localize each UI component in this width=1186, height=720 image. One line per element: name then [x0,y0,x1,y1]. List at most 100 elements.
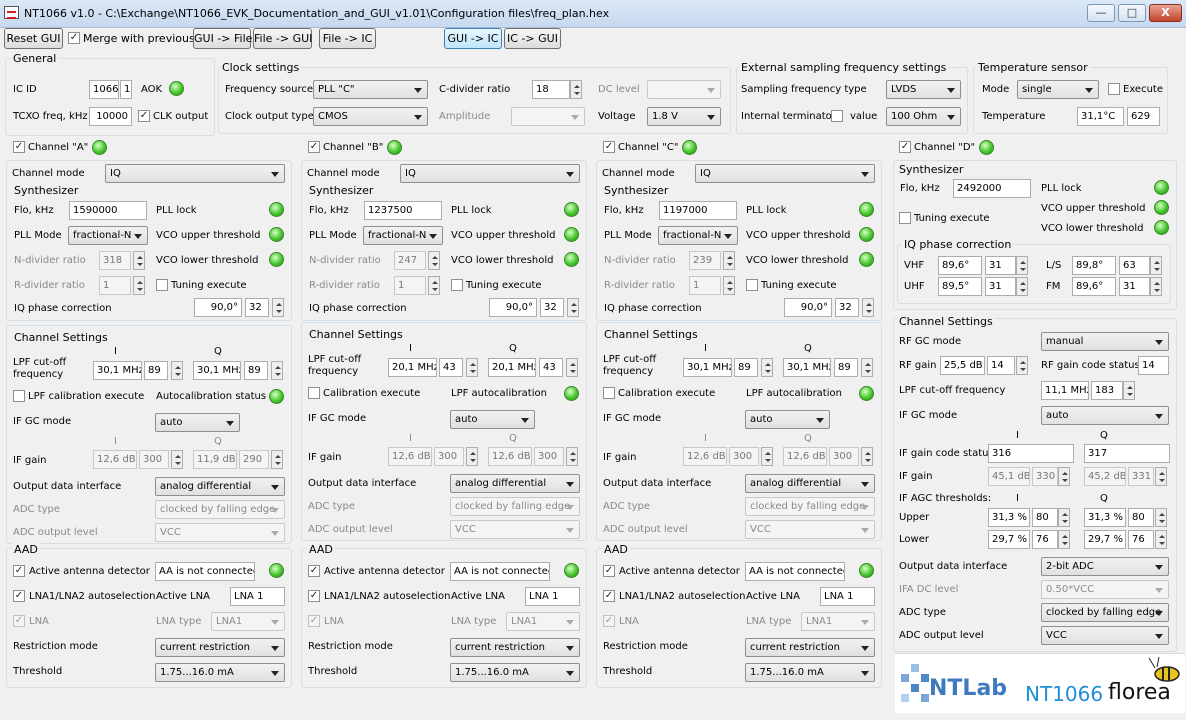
chc-tuning-checkbox[interactable] [746,279,758,291]
cha-ifg-i-spinner[interactable] [171,450,183,469]
chd-ifa-select[interactable]: 0.50*VCC [1041,580,1169,599]
file-to-gui-button[interactable]: File -> GUI [253,28,312,49]
sampling-type-select[interactable]: LVDS [886,80,961,99]
chd-ifg-q-code[interactable]: 331 [1128,467,1154,486]
chc-lna-auto-checkbox[interactable]: ✓ [603,590,615,602]
chd-rfgc-select[interactable]: manual [1041,332,1169,351]
cha-tuning-checkbox[interactable] [156,279,168,291]
chb-tuning-checkbox[interactable] [451,279,463,291]
dc-level-select[interactable] [647,80,721,99]
chc-flo-field[interactable]: 1197000 [659,201,737,220]
cha-ndiv-spinner[interactable] [133,251,145,270]
chb-odi-select[interactable]: analog differential [450,474,580,493]
chc-thr-select[interactable]: 1.75...16.0 mA [745,663,875,682]
tcxo-field[interactable]: 10000 [89,107,132,126]
cha-rdiv-field[interactable]: 1 [99,276,131,295]
chd-rfgain-code[interactable]: 14 [987,356,1015,375]
chb-ifg-i-spinner[interactable] [466,447,478,466]
chc-lpf-q-spinner[interactable] [861,358,873,377]
chc-ifgc-select[interactable]: auto [745,410,830,429]
chb-flo-field[interactable]: 1237500 [364,201,442,220]
gui-to-file-button[interactable]: GUI -> File [193,28,252,49]
chd-up-q-spinner[interactable] [1155,508,1167,527]
chd-lo-i[interactable]: 29,7 % [988,530,1030,549]
chb-iq-field[interactable]: 90,0° [489,298,537,317]
merge-checkbox[interactable]: ✓ [68,32,80,44]
chd-ifg-i-code[interactable]: 330 [1032,467,1058,486]
chc-lna-checkbox[interactable]: ✓ [603,615,615,627]
chc-ifg-i-code[interactable]: 300 [729,447,759,466]
ic-to-gui-button[interactable]: IC -> GUI [504,28,561,49]
chb-adc-type-select[interactable]: clocked by falling edge [450,497,580,516]
chb-lpf-cal-checkbox[interactable] [308,387,320,399]
chc-ndiv-field[interactable]: 239 [689,251,721,270]
chb-iq-spinner[interactable] [567,298,579,317]
chd-lo-q-code[interactable]: 76 [1128,530,1154,549]
chc-lpf-q-code[interactable]: 89 [834,358,858,377]
cha-adc-lvl-select[interactable]: VCC [155,523,285,542]
chb-lpf-q[interactable]: 20,1 MHz [488,358,536,377]
chd-uhf-field[interactable]: 89,5° [938,277,982,296]
chb-lna-checkbox[interactable]: ✓ [308,615,320,627]
chc-lpf-i-code[interactable]: 89 [734,358,758,377]
chc-aad-checkbox[interactable]: ✓ [603,565,615,577]
chd-vhf-code[interactable]: 31 [985,256,1016,275]
chd-tuning-checkbox[interactable] [899,212,911,224]
channel-b-checkbox[interactable]: ✓ [308,141,320,153]
chb-ifg-i-code[interactable]: 300 [434,447,464,466]
cha-lpf-q[interactable]: 30,1 MHz [193,361,241,380]
chc-iq-field[interactable]: 90,0° [784,298,832,317]
chd-adc-type-select[interactable]: clocked by falling edge [1041,603,1169,622]
chb-thr-select[interactable]: 1.75...16.0 mA [450,663,580,682]
chd-fm-field[interactable]: 89,6° [1072,277,1116,296]
chd-lo-q-spinner[interactable] [1155,530,1167,549]
chd-lpf-code[interactable]: 183 [1091,381,1123,400]
chb-iq-code[interactable]: 32 [540,298,564,317]
chb-ifg-q-code[interactable]: 300 [534,447,564,466]
chc-restr-select[interactable]: current restriction [745,638,875,657]
chd-uhf-spinner[interactable] [1016,277,1028,296]
chd-vhf-spinner[interactable] [1016,256,1028,275]
chd-ifg-q-spinner[interactable] [1155,467,1167,486]
chd-ls-code[interactable]: 63 [1119,256,1150,275]
channel-d-checkbox[interactable]: ✓ [899,141,911,153]
chc-lpf-q[interactable]: 30,1 MHz [783,358,831,377]
cha-lpf-i[interactable]: 30,1 MHz [93,361,142,380]
temp-execute-checkbox[interactable] [1108,83,1120,95]
chc-lpf-i[interactable]: 30,1 MHz [683,358,732,377]
cha-ifg-i[interactable]: 12,6 dB [93,450,137,469]
chd-ifg-i[interactable]: 45,1 dB [988,467,1030,486]
chc-adc-type-select[interactable]: clocked by falling edge [745,497,875,516]
chd-ls-field[interactable]: 89,8° [1072,256,1116,275]
chb-ifg-q[interactable]: 12,6 dB [488,447,532,466]
cha-restr-select[interactable]: current restriction [155,638,285,657]
cdiv-spinner[interactable] [570,80,582,99]
chb-ifg-i[interactable]: 12,6 dB [388,447,432,466]
cha-ifg-q-spinner[interactable] [271,450,283,469]
cha-lna-auto-checkbox[interactable]: ✓ [13,590,25,602]
cha-ifg-q[interactable]: 11,9 dB [193,450,237,469]
voltage-select[interactable]: 1.8 V [647,107,721,126]
cha-lpf-cal-checkbox[interactable] [13,390,25,402]
chc-lna-type-select[interactable]: LNA1 [801,612,875,631]
chc-adc-lvl-select[interactable]: VCC [745,520,875,539]
chc-ifg-q-spinner[interactable] [861,447,873,466]
file-to-ic-button[interactable]: File -> IC [319,28,376,49]
close-button[interactable]: X [1149,4,1182,22]
clk-output-checkbox[interactable]: ✓ [138,110,150,122]
chb-lpf-q-spinner[interactable] [566,358,578,377]
chd-lpf-field[interactable]: 11,1 MHz [1041,381,1089,400]
chb-mode-select[interactable]: IQ [400,164,580,183]
terminator-value-select[interactable]: 100 Ohm [886,107,961,126]
chc-lpf-cal-checkbox[interactable] [603,387,615,399]
chb-lna-type-select[interactable]: LNA1 [506,612,580,631]
chd-up-i-code[interactable]: 80 [1032,508,1058,527]
cha-odi-select[interactable]: analog differential [155,477,285,496]
chd-flo-field[interactable]: 2492000 [953,179,1031,198]
chd-fm-code[interactable]: 31 [1119,277,1150,296]
chc-mode-select[interactable]: IQ [695,164,875,183]
chb-rdiv-spinner[interactable] [428,276,440,295]
channel-c-checkbox[interactable]: ✓ [603,141,615,153]
chc-ifg-i-spinner[interactable] [761,447,773,466]
ic-rev-field[interactable]: 1 [120,80,132,99]
